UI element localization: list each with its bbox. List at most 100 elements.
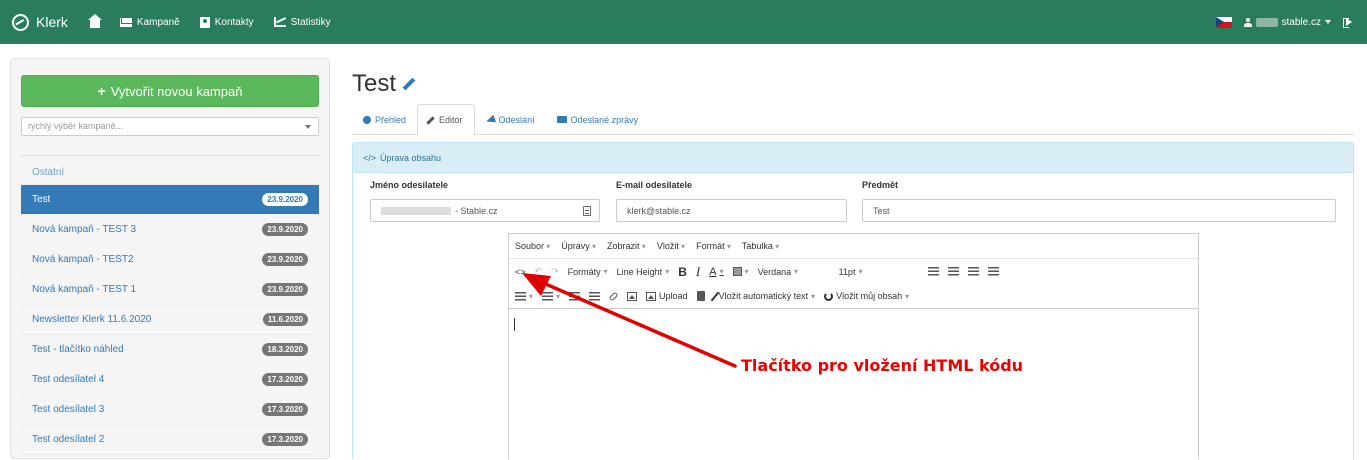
background-color-button[interactable] xyxy=(732,267,749,276)
menu-format[interactable]: Formát xyxy=(696,241,731,251)
campaign-item[interactable]: Test odesílatel 4 17.3.2020 xyxy=(21,365,319,395)
czech-flag-icon[interactable] xyxy=(1215,16,1232,28)
magic-wand-icon xyxy=(710,291,719,301)
campaign-item[interactable]: Test odesílatel 2 17.3.2020 xyxy=(21,425,319,455)
campaign-item[interactable]: Newsletter Klerk 11.6.2020 11.6.2020 xyxy=(21,305,319,335)
sender-name-value: - Stable.cz xyxy=(455,205,498,216)
campaign-item[interactable]: Nová kampaň - TEST2 23.9.2020 xyxy=(21,245,319,275)
tab-editor[interactable]: Editor xyxy=(417,104,475,136)
annotation-label: Tlačítko pro vložení HTML kódu xyxy=(741,356,1024,375)
paste-button[interactable] xyxy=(696,291,705,301)
insert-auto-text-dropdown[interactable]: Vložit automatický text xyxy=(710,291,816,302)
brand[interactable]: Klerk xyxy=(12,13,68,31)
campaign-date-badge: 11.6.2020 xyxy=(262,313,308,326)
campaign-item[interactable]: Test 23.9.2020 xyxy=(21,185,319,215)
numbered-list-icon xyxy=(542,291,554,301)
nav-kontakty[interactable]: Kontakty xyxy=(199,16,254,28)
sender-name-field[interactable]: - Stable.cz xyxy=(370,199,600,222)
group-label-text: Ostatní xyxy=(32,166,65,178)
italic-button[interactable]: I xyxy=(696,264,700,280)
clipboard-icon xyxy=(696,291,705,301)
nav-home[interactable] xyxy=(87,13,102,28)
background-color-icon xyxy=(732,267,742,276)
nav-kampane[interactable]: Kampaně xyxy=(119,17,180,28)
klerk-logo-icon xyxy=(12,13,29,31)
campaign-date-badge: 17.3.2020 xyxy=(262,403,308,416)
tab-label: Odeslané zprávy xyxy=(570,114,639,125)
campaign-list: Ostatní Test 23.9.2020 Nová kampaň - TES… xyxy=(21,155,319,455)
campaign-group-label: Ostatní xyxy=(21,156,319,185)
menu-zobrazit[interactable]: Zobrazit xyxy=(607,241,646,251)
menu-tabulka[interactable]: Tabulka xyxy=(742,241,779,251)
campaign-item[interactable]: Test - tlačítko náhled 18.3.2020 xyxy=(21,335,319,365)
user-domain: stable.cz xyxy=(1281,16,1321,28)
link-button[interactable] xyxy=(608,291,619,301)
nav-statistiky-label: Statistiky xyxy=(290,16,331,28)
campaign-item[interactable]: Nová kampaň - TEST 3 23.9.2020 xyxy=(21,215,319,245)
align-center-button[interactable] xyxy=(947,267,959,276)
align-justify-icon xyxy=(987,267,999,276)
image-button[interactable] xyxy=(627,291,638,301)
align-left-button[interactable] xyxy=(927,267,939,276)
image-icon xyxy=(627,291,638,301)
quick-campaign-select[interactable]: rychlý výběr kampaně... xyxy=(21,117,319,136)
edit-title-pencil-icon[interactable] xyxy=(402,77,416,91)
font-size-dropdown[interactable]: 11pt xyxy=(839,267,919,277)
bullet-list-button[interactable] xyxy=(515,291,533,301)
nav-statistiky[interactable]: Statistiky xyxy=(273,16,331,28)
bold-button[interactable]: B xyxy=(678,265,687,279)
menu-soubor[interactable]: Soubor xyxy=(515,241,550,251)
create-campaign-button[interactable]: + Vytvořit novou kampaň xyxy=(21,75,319,107)
home-icon xyxy=(87,13,102,28)
link-icon xyxy=(608,291,619,301)
subject-field[interactable]: Test xyxy=(862,199,1336,222)
line-height-dropdown[interactable]: Line Height xyxy=(617,267,670,277)
info-icon xyxy=(363,115,371,124)
upload-button[interactable]: Upload xyxy=(646,291,688,301)
campaign-date-badge: 18.3.2020 xyxy=(262,343,308,356)
campaign-tabs: Přehled Editor Odeslání Odeslané zprávy xyxy=(352,104,1354,136)
tab-prehled[interactable]: Přehled xyxy=(352,104,417,135)
brand-name: Klerk xyxy=(36,14,68,30)
caret-down-icon xyxy=(305,125,311,129)
user-icon xyxy=(1243,17,1252,27)
indent-icon xyxy=(589,291,601,301)
font-family-dropdown[interactable]: Verdana xyxy=(758,267,830,277)
formats-dropdown[interactable]: Formáty xyxy=(568,267,608,277)
address-book-icon[interactable] xyxy=(583,206,591,216)
insert-auto-text-label: Vložit automatický text xyxy=(718,291,809,301)
user-menu[interactable]: stable.cz xyxy=(1243,16,1331,28)
campaign-name: Test xyxy=(32,194,51,205)
align-justify-button[interactable] xyxy=(987,267,999,276)
undo-icon[interactable]: ↶ xyxy=(535,266,543,277)
insert-my-content-dropdown[interactable]: Vložit můj obsah xyxy=(824,291,909,301)
tab-odeslani[interactable]: Odeslání xyxy=(475,104,546,135)
menu-upravy[interactable]: Úpravy xyxy=(561,241,596,251)
logout-icon[interactable] xyxy=(1343,17,1353,28)
campaign-name: Newsletter Klerk 11.6.2020 xyxy=(32,314,152,325)
editor-menubar: Soubor Úpravy Zobrazit Vložit Formát Tab… xyxy=(509,234,1198,259)
campaign-date-badge: 17.3.2020 xyxy=(262,373,308,386)
quick-select-placeholder: rychlý výběr kampaně... xyxy=(28,121,124,131)
code-icon: </> xyxy=(363,152,377,163)
source-code-button[interactable]: <> xyxy=(515,267,526,277)
campaign-date-badge: 23.9.2020 xyxy=(262,223,308,236)
indent-button[interactable] xyxy=(589,291,601,301)
campaign-date-badge: 17.3.2020 xyxy=(262,433,308,446)
sidebar: + Vytvořit novou kampaň rychlý výběr kam… xyxy=(10,58,330,459)
align-right-button[interactable] xyxy=(967,267,979,276)
campaign-item[interactable]: Test odesílatel 3 17.3.2020 xyxy=(21,395,319,425)
redo-icon[interactable]: ↷ xyxy=(551,266,559,277)
numbered-list-button[interactable] xyxy=(542,291,560,301)
outdent-button[interactable] xyxy=(569,291,581,301)
nav-kontakty-label: Kontakty xyxy=(214,16,254,28)
campaign-item[interactable]: Nová kampaň - TEST 1 23.9.2020 xyxy=(21,275,319,305)
email-field[interactable]: klerk@stable.cz xyxy=(616,199,847,222)
panel-title: Úprava obsahu xyxy=(380,152,442,163)
editor-content-area[interactable] xyxy=(509,309,1198,460)
font-color-button[interactable]: A xyxy=(709,266,723,278)
menu-vlozit[interactable]: Vložit xyxy=(657,241,685,251)
align-left-icon xyxy=(927,267,939,276)
campaign-name: Nová kampaň - TEST2 xyxy=(32,254,134,265)
tab-odeslane-zpravy[interactable]: Odeslané zprávy xyxy=(546,104,650,135)
